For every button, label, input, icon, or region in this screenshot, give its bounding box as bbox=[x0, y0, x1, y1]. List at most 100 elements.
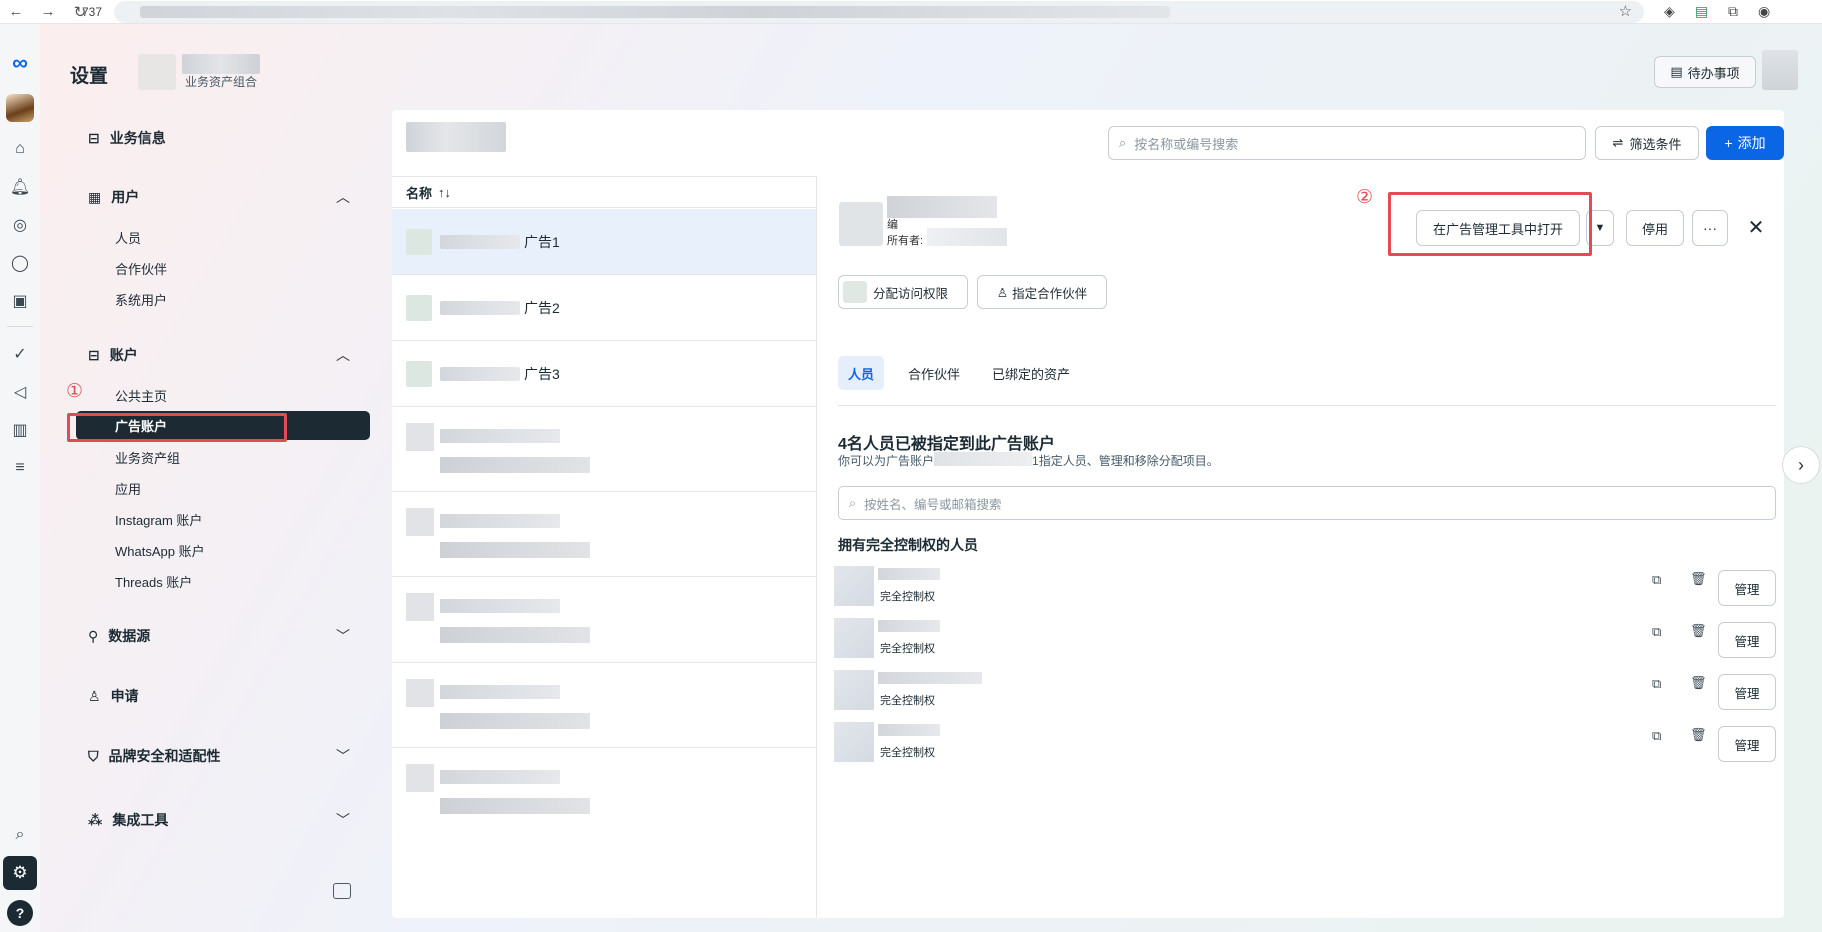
account-name-blurred bbox=[887, 196, 997, 218]
forward-icon[interactable]: → bbox=[40, 3, 56, 20]
puzzle-extensions-icon[interactable]: ⧉ bbox=[1728, 3, 1738, 20]
sidebar-section-accounts[interactable]: ⊟ 账户 ︿ bbox=[88, 345, 350, 365]
filter-button[interactable]: ⇌ 筛选条件 bbox=[1595, 126, 1699, 160]
account-name-blurred bbox=[440, 300, 520, 315]
meta-logo-icon[interactable]: ∞ bbox=[12, 50, 28, 76]
sheets-extension-icon[interactable]: ▤ bbox=[1695, 3, 1708, 20]
person-name-blurred bbox=[878, 568, 940, 580]
sidebar-item-label: 申请 bbox=[110, 688, 139, 704]
search-input[interactable]: ⌕ 按名称或编号搜索 bbox=[1108, 126, 1586, 160]
list-item[interactable]: 广告2 bbox=[392, 275, 816, 341]
chat-icon[interactable]: ◯ bbox=[9, 252, 31, 274]
profile-icon[interactable]: ◉ bbox=[1758, 3, 1770, 20]
bell-icon[interactable]: 🔔︎ bbox=[9, 176, 31, 198]
add-button[interactable]: + 添加 bbox=[1706, 126, 1784, 160]
search-icon[interactable]: ⌕ bbox=[9, 824, 31, 846]
tab-people[interactable]: 人员 bbox=[838, 356, 885, 390]
sidebar-item-requests[interactable]: ♙ 申请 bbox=[88, 686, 328, 706]
browser-toolbar: ← → ↻ 737 ☆ ◈ ▤ ⧉ ◉ bbox=[0, 0, 1822, 24]
open-external-icon[interactable]: ⧉ bbox=[1652, 624, 1661, 640]
check-icon[interactable]: ✓ bbox=[9, 343, 31, 365]
settings-gear-icon[interactable]: ⚙ bbox=[3, 856, 37, 890]
sidebar-section-users[interactable]: ▦ 用户 ︿ bbox=[88, 187, 350, 207]
list-item[interactable] bbox=[392, 577, 816, 663]
list-item[interactable]: 广告1 bbox=[392, 209, 816, 275]
tab-partners[interactable]: 合作伙伴 bbox=[898, 356, 970, 390]
trash-icon[interactable]: 🗑︎ bbox=[1690, 623, 1707, 639]
sidebar-section-data-sources[interactable]: ⚲ 数据源 ﹀ bbox=[88, 626, 350, 646]
disable-button[interactable]: 停用 bbox=[1626, 210, 1684, 246]
person-row[interactable]: 完全控制权 ⧉ 🗑︎ 管理 bbox=[834, 566, 1778, 606]
open-external-icon[interactable]: ⧉ bbox=[1652, 728, 1661, 744]
manage-button[interactable]: 管理 bbox=[1718, 622, 1776, 658]
manage-button[interactable]: 管理 bbox=[1718, 570, 1776, 606]
account-thumbnail bbox=[406, 508, 434, 536]
open-external-icon[interactable]: ⧉ bbox=[1652, 572, 1661, 588]
column-label: 名称 bbox=[406, 185, 433, 201]
sidebar-item-system-users[interactable]: 系统用户 bbox=[115, 290, 167, 309]
sidebar-item-instagram[interactable]: Instagram 账户 bbox=[115, 510, 202, 529]
list-item[interactable] bbox=[392, 748, 816, 833]
person-row[interactable]: 完全控制权 ⧉ 🗑︎ 管理 bbox=[834, 670, 1778, 710]
caret-down-icon: ▼ bbox=[1594, 222, 1606, 234]
collapse-sidebar-icon[interactable] bbox=[333, 883, 351, 899]
assign-access-swatch bbox=[843, 281, 867, 303]
left-rail: ∞ ⌂ 🔔︎ ◎ ◯ ▣ ✓ ◁ ▥ ≡ ⌕ ⚙ ? bbox=[0, 24, 40, 932]
tab-linked-assets[interactable]: 已绑定的资产 bbox=[982, 356, 1080, 390]
bookmark-star-icon[interactable]: ☆ bbox=[1619, 2, 1632, 20]
person-row[interactable]: 完全控制权 ⧉ 🗑︎ 管理 bbox=[834, 722, 1778, 762]
home-icon[interactable]: ⌂ bbox=[9, 138, 31, 160]
manage-button[interactable]: 管理 bbox=[1718, 674, 1776, 710]
sidebar-item-threads[interactable]: Threads 账户 bbox=[115, 572, 192, 591]
business-avatar[interactable] bbox=[6, 94, 34, 122]
list-item[interactable] bbox=[392, 407, 816, 492]
list-item[interactable] bbox=[392, 492, 816, 577]
trash-icon[interactable]: 🗑︎ bbox=[1690, 675, 1707, 691]
more-options-button[interactable]: ··· bbox=[1692, 210, 1728, 246]
account-name-blurred bbox=[934, 452, 1033, 466]
account-name-blurred bbox=[440, 599, 560, 613]
list-item[interactable] bbox=[392, 663, 816, 748]
menu-icon[interactable]: ≡ bbox=[9, 457, 31, 479]
column-header-name[interactable]: 名称 ↑↓ bbox=[392, 176, 816, 208]
manage-button[interactable]: 管理 bbox=[1718, 726, 1776, 762]
sidebar-item-asset-groups[interactable]: 业务资产组 bbox=[115, 448, 180, 467]
plus-icon: + bbox=[1724, 135, 1733, 151]
chart-icon[interactable]: ▥ bbox=[9, 419, 31, 441]
todo-button[interactable]: ▤ 待办事项 bbox=[1654, 56, 1756, 88]
briefcase-icon: ⊟ bbox=[88, 129, 100, 146]
account-thumbnail bbox=[406, 679, 434, 707]
trash-icon[interactable]: 🗑︎ bbox=[1690, 727, 1707, 743]
sidebar-item-whatsapp[interactable]: WhatsApp 账户 bbox=[115, 541, 205, 560]
extension-icon[interactable]: ◈ bbox=[1664, 3, 1675, 20]
people-search-input[interactable]: ⌕ 按姓名、编号或邮箱搜索 bbox=[838, 486, 1776, 520]
chevron-right-icon[interactable]: › bbox=[1782, 446, 1820, 484]
person-row[interactable]: 完全控制权 ⧉ 🗑︎ 管理 bbox=[834, 618, 1778, 658]
trash-icon[interactable]: 🗑︎ bbox=[1690, 571, 1707, 587]
list-item[interactable]: 广告3 bbox=[392, 341, 816, 407]
business-name-blurred[interactable] bbox=[182, 54, 260, 74]
annotation-step-2: ② bbox=[1356, 187, 1374, 208]
compass-icon[interactable]: ◎ bbox=[9, 214, 31, 236]
account-id-blurred bbox=[440, 627, 590, 643]
account-thumbnail bbox=[406, 423, 434, 451]
open-external-icon[interactable]: ⧉ bbox=[1652, 676, 1661, 692]
sidebar-item-pages[interactable]: 公共主页 bbox=[115, 386, 167, 405]
address-bar[interactable]: ☆ bbox=[114, 0, 1645, 23]
sidebar-item-apps[interactable]: 应用 bbox=[115, 479, 141, 498]
back-icon[interactable]: ← bbox=[8, 3, 24, 20]
megaphone-icon[interactable]: ◁ bbox=[9, 381, 31, 403]
sidebar-section-brand-safety[interactable]: ⛉ 品牌安全和适配性 ﹀ bbox=[88, 746, 350, 766]
sidebar-section-integrations[interactable]: ⁂ 集成工具 ﹀ bbox=[88, 810, 350, 830]
assign-access-button[interactable]: 分配访问权限 bbox=[838, 275, 968, 309]
inbox-icon[interactable]: ▣ bbox=[9, 290, 31, 312]
assign-partner-button[interactable]: ♙ 指定合作伙伴 bbox=[977, 275, 1107, 309]
sidebar-item-people[interactable]: 人员 bbox=[115, 228, 141, 247]
sidebar-item-business-info[interactable]: ⊟ 业务信息 bbox=[88, 128, 328, 148]
close-icon[interactable]: ✕ bbox=[1742, 213, 1770, 241]
annotation-box-2 bbox=[1388, 192, 1592, 256]
sidebar-item-partners[interactable]: 合作伙伴 bbox=[115, 259, 167, 278]
business-thumbnail[interactable] bbox=[138, 54, 176, 90]
user-avatar[interactable] bbox=[1762, 50, 1798, 90]
help-icon[interactable]: ? bbox=[7, 900, 33, 926]
